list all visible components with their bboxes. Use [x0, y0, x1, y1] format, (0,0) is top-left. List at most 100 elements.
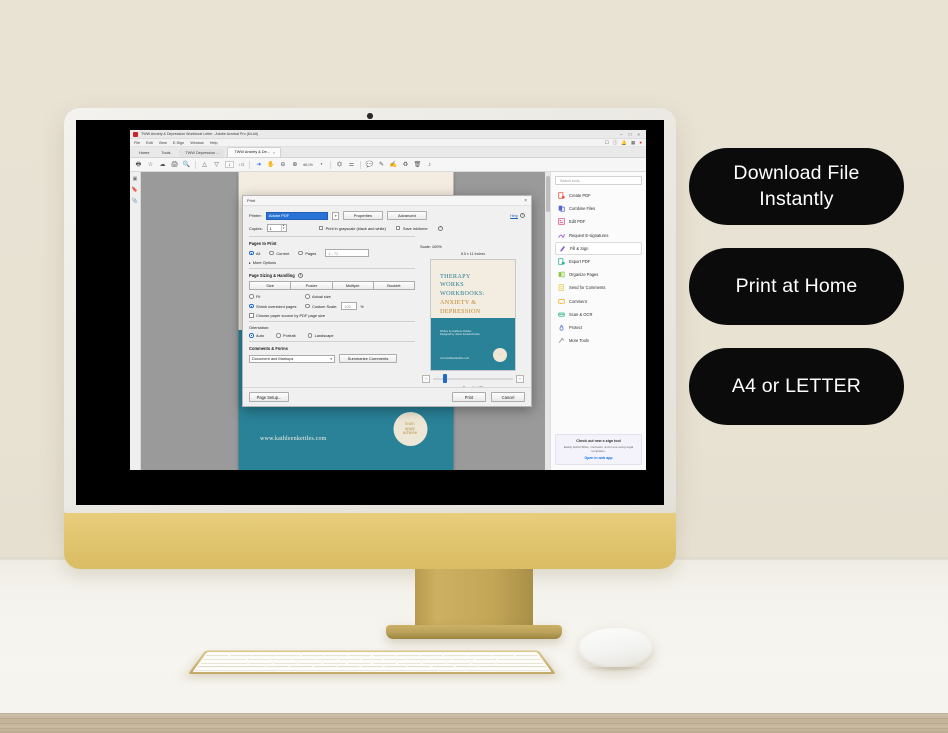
read-mode-icon[interactable]: ⚌ [348, 161, 355, 168]
key[interactable] [372, 660, 397, 664]
key[interactable] [372, 653, 396, 656]
orientation-landscape[interactable]: Landscape [307, 333, 334, 338]
key[interactable] [513, 653, 538, 656]
key[interactable] [473, 656, 497, 660]
preview-navigation[interactable]: ‹ › [420, 373, 526, 383]
save-ink-checkbox[interactable]: Save ink/toner [395, 226, 428, 231]
comment-icon[interactable]: 💬 [366, 161, 373, 168]
next-page-icon[interactable]: ▽ [213, 161, 220, 168]
key[interactable] [273, 660, 298, 664]
more-options-toggle[interactable]: ▸ More Options [249, 260, 415, 265]
key[interactable] [496, 656, 541, 660]
sizing-tab-booklet[interactable]: Booklet [372, 281, 415, 290]
key[interactable] [397, 660, 421, 664]
key[interactable] [205, 653, 231, 656]
pages-option-current[interactable]: Current [269, 251, 289, 256]
key[interactable] [454, 664, 478, 668]
info-icon[interactable]: ? [520, 213, 525, 218]
orientation-portrait[interactable]: Portrait [276, 333, 296, 338]
key[interactable] [229, 653, 254, 656]
bookmarks-icon[interactable]: 🔖 [132, 187, 138, 193]
print-button[interactable]: Print [452, 392, 486, 402]
cursor-icon[interactable]: ➜ [255, 161, 262, 168]
close-button[interactable]: × [637, 132, 640, 137]
highlight-icon[interactable]: ✎ [378, 161, 385, 168]
sizing-tab-size[interactable]: Size [249, 281, 291, 290]
minimize-button[interactable]: – [620, 132, 623, 137]
tool-scan-and-ocr[interactable]: Scan & OCR [555, 308, 642, 321]
key[interactable] [431, 664, 455, 668]
document-tab-anxiety[interactable]: TWW Anxiety & De... × [227, 146, 282, 157]
key[interactable] [338, 656, 361, 660]
main-toolbar[interactable]: 🖶 ☆ ☁ 🖨 🔍 △ ▽ 1 / 72 ➜ ✋ ⊖ ⊕ 66.1% ▾ ⏣ ⚌… [130, 158, 646, 172]
key[interactable] [337, 664, 360, 668]
stamp-icon[interactable]: ♻ [402, 161, 409, 168]
key[interactable] [437, 667, 466, 671]
key[interactable] [465, 667, 494, 671]
thumbnails-icon[interactable]: ▣ [132, 176, 138, 182]
printer-dropdown-arrow[interactable]: ▾ [331, 211, 339, 220]
advanced-button[interactable]: Advanced [386, 211, 427, 220]
zoom-out-icon[interactable]: ⊖ [279, 161, 286, 168]
tool-send-for-comments[interactable]: Send for Comments [555, 281, 642, 294]
cta-download-file-instantly[interactable]: Download File Instantly [689, 148, 904, 225]
menu-esign[interactable]: E-Sign [173, 141, 184, 145]
copies-stepper[interactable]: 1 ▲ ▼ [266, 224, 287, 232]
size-option-actual[interactable]: Actual size [305, 294, 331, 299]
key[interactable] [348, 653, 372, 656]
menu-view[interactable]: View [159, 141, 167, 145]
document-tab-depression[interactable]: TWW Depression ... [179, 148, 225, 157]
orientation-auto[interactable]: Auto [249, 333, 264, 338]
window-controls[interactable]: – □ × [620, 132, 643, 137]
sizing-tabs[interactable]: Size Poster Multiple Booklet [249, 281, 415, 290]
close-icon[interactable]: × [524, 198, 527, 204]
sizing-tab-multiple[interactable]: Multiple [331, 281, 373, 290]
key[interactable] [384, 664, 407, 668]
key[interactable] [451, 656, 474, 660]
spacebar[interactable] [278, 667, 438, 671]
tool-export-pdf[interactable]: Export PDF [555, 255, 642, 268]
key[interactable] [198, 664, 267, 668]
key[interactable] [195, 667, 224, 671]
key[interactable] [383, 656, 406, 660]
key[interactable] [270, 656, 293, 660]
print-icon[interactable]: 🖨 [171, 161, 179, 168]
key[interactable] [470, 660, 496, 664]
menu-help[interactable]: Help [210, 141, 218, 145]
menu-bar[interactable]: File Edit View E-Sign Window Help ☐ ⓘ 🔔 … [130, 139, 646, 147]
keyboard[interactable] [188, 650, 556, 674]
key[interactable] [466, 653, 491, 656]
chevron-down-icon[interactable]: ▾ [318, 161, 325, 168]
mouse[interactable] [578, 628, 654, 672]
promo-link[interactable]: Open in web app [559, 456, 638, 460]
key[interactable] [266, 664, 290, 668]
zoom-in-icon[interactable]: ⊕ [291, 161, 298, 168]
key[interactable] [495, 660, 544, 664]
tab-tools[interactable]: Tools [155, 148, 176, 158]
key[interactable] [520, 667, 549, 671]
key[interactable] [396, 653, 419, 656]
tab-home[interactable]: Home [133, 148, 155, 158]
size-option-shrink[interactable]: Shrink oversized pages [249, 304, 305, 309]
attachments-icon[interactable]: 📎 [132, 198, 138, 204]
cta-a4-or-letter[interactable]: A4 or LETTER [689, 348, 904, 425]
star-icon[interactable]: ☆ [147, 161, 154, 168]
preview-next-button[interactable]: › [516, 374, 524, 383]
size-option-fit[interactable]: Fit [249, 294, 305, 299]
menu-file[interactable]: File [134, 141, 140, 145]
key[interactable] [247, 656, 271, 660]
navigation-pane[interactable]: ▣ 🔖 📎 [130, 172, 141, 470]
sign-icon[interactable]: ✍ [390, 161, 397, 168]
key[interactable] [406, 656, 429, 660]
key[interactable] [477, 664, 546, 668]
key[interactable] [443, 653, 467, 656]
cancel-button[interactable]: Cancel [491, 392, 525, 402]
tool-fill-and-sign[interactable]: Fill & Sign [555, 241, 642, 255]
share-icon[interactable]: ☐ [605, 140, 609, 146]
vertical-scrollbar[interactable] [545, 172, 550, 470]
fit-page-icon[interactable]: ⏣ [336, 161, 343, 168]
key[interactable] [360, 664, 384, 668]
bell-icon[interactable]: 🔔 [621, 140, 627, 146]
page-number-input[interactable]: 1 [225, 161, 234, 168]
key[interactable] [298, 660, 323, 664]
